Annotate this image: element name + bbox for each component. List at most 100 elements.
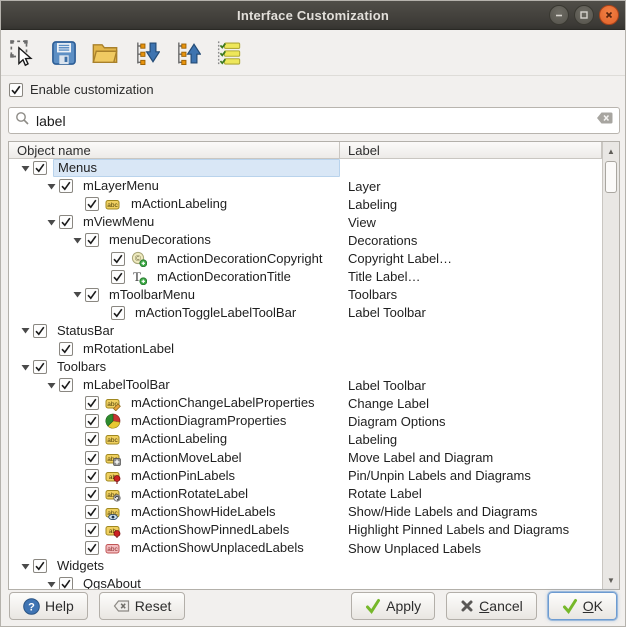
tree-row[interactable]: abmActionPinLabelsPin/Unpin Labels and D…	[9, 467, 602, 485]
tree-row[interactable]: mToolbarMenuToolbars	[9, 286, 602, 304]
row-checkbox[interactable]	[59, 378, 73, 392]
row-checkbox[interactable]	[33, 360, 47, 374]
clear-icon[interactable]	[596, 111, 613, 130]
tree-row[interactable]: abcmActionLabelingLabeling	[9, 195, 602, 213]
scroll-up-icon[interactable]: ▲	[603, 143, 619, 159]
tree-row[interactable]: abmActionShowPinnedLabelsHighlight Pinne…	[9, 521, 602, 539]
tree-row[interactable]: Toolbars	[9, 358, 602, 376]
tree-row[interactable]: abcmActionLabelingLabeling	[9, 430, 602, 448]
object-name-text: StatusBar	[53, 323, 118, 339]
object-name-cell: TmActionDecorationTitle	[9, 268, 340, 286]
row-checkbox[interactable]	[111, 252, 125, 266]
row-checkbox[interactable]	[85, 541, 99, 555]
minimize-icon[interactable]	[549, 5, 569, 25]
cancel-button[interactable]: Cancel	[446, 592, 537, 620]
row-checkbox[interactable]	[33, 559, 47, 573]
row-checkbox[interactable]	[33, 161, 47, 175]
collapse-all-button[interactable]	[170, 36, 204, 70]
ok-button[interactable]: OK	[548, 592, 617, 620]
expand-arrow-icon[interactable]	[43, 218, 59, 227]
maximize-icon[interactable]	[574, 5, 594, 25]
tree-row[interactable]: Widgets	[9, 557, 602, 575]
object-name-text: mActionShowPinnedLabels	[127, 522, 293, 538]
row-checkbox[interactable]	[85, 469, 99, 483]
scrollbar-thumb[interactable]	[605, 161, 617, 193]
row-checkbox[interactable]	[59, 215, 73, 229]
expand-arrow-icon[interactable]	[17, 164, 33, 173]
object-name-text: mActionDecorationCopyright	[153, 251, 326, 267]
close-icon[interactable]	[599, 5, 619, 25]
row-checkbox[interactable]	[111, 306, 125, 320]
enable-customization-checkbox[interactable]	[9, 83, 23, 97]
tree-row[interactable]: mLabelToolBarLabel Toolbar	[9, 376, 602, 394]
tree-row[interactable]: mRotationLabel	[9, 340, 602, 358]
object-name-text: mActionShowUnplacedLabels	[127, 540, 308, 556]
copyright-icon: ©	[131, 251, 147, 267]
scroll-down-icon[interactable]: ▼	[603, 572, 619, 588]
tree-row[interactable]: abcmActionRotateLabelRotate Label	[9, 485, 602, 503]
object-name-cell: mLabelToolBar	[9, 376, 340, 394]
row-checkbox[interactable]	[85, 523, 99, 537]
row-checkbox[interactable]	[85, 288, 99, 302]
tree-row[interactable]: Menus	[9, 159, 602, 177]
expand-arrow-icon[interactable]	[69, 236, 85, 245]
expand-arrow-icon[interactable]	[17, 562, 33, 571]
object-name-cell: StatusBar	[9, 322, 340, 340]
row-checkbox[interactable]	[85, 396, 99, 410]
save-button[interactable]	[47, 36, 81, 70]
expand-all-button[interactable]	[129, 36, 163, 70]
tree-row[interactable]: mActionToggleLabelToolBarLabel Toolbar	[9, 304, 602, 322]
search-input[interactable]	[36, 113, 590, 129]
row-checkbox[interactable]	[59, 577, 73, 589]
row-checkbox[interactable]	[85, 487, 99, 501]
tree-row[interactable]: mLayerMenuLayer	[9, 177, 602, 195]
label-cell: Rotate Label	[340, 486, 602, 501]
expand-arrow-icon[interactable]	[43, 381, 59, 390]
row-checkbox[interactable]	[59, 342, 73, 356]
object-name-cell: abcmActionChangeLabelProperties	[9, 394, 340, 412]
tree-row[interactable]: abcmActionMoveLabelMove Label and Diagra…	[9, 449, 602, 467]
tree-row[interactable]: menuDecorationsDecorations	[9, 231, 602, 249]
tree-row[interactable]: QgsAbout	[9, 575, 602, 589]
label-cell: Label Toolbar	[340, 305, 602, 320]
object-name-cell: abc mActionShowUnplacedLabels	[9, 539, 340, 557]
row-checkbox[interactable]	[85, 197, 99, 211]
open-folder-icon	[91, 39, 119, 67]
titlebar[interactable]: Interface Customization	[1, 1, 625, 30]
tree-row[interactable]: ©mActionDecorationCopyrightCopyright Lab…	[9, 249, 602, 267]
expand-arrow-icon[interactable]	[17, 326, 33, 335]
apply-button[interactable]: Apply	[351, 592, 435, 620]
expand-arrow-icon[interactable]	[69, 290, 85, 299]
show-unplaced-labels-icon: abc	[105, 540, 121, 556]
tree-row[interactable]: StatusBar	[9, 322, 602, 340]
check-all-button[interactable]	[211, 36, 245, 70]
row-checkbox[interactable]	[111, 270, 125, 284]
column-header-object-name[interactable]: Object name	[9, 142, 340, 159]
object-name-text: mRotationLabel	[79, 341, 178, 357]
row-checkbox[interactable]	[85, 414, 99, 428]
reset-button[interactable]: Reset	[99, 592, 186, 620]
row-checkbox[interactable]	[85, 505, 99, 519]
expand-arrow-icon[interactable]	[43, 580, 59, 589]
row-checkbox[interactable]	[59, 179, 73, 193]
tree-row[interactable]: TmActionDecorationTitleTitle Label…	[9, 268, 602, 286]
object-name-text: mLabelToolBar	[79, 377, 174, 393]
column-header-label[interactable]: Label	[340, 142, 602, 159]
row-checkbox[interactable]	[33, 324, 47, 338]
object-name-cell: mLayerMenu	[9, 177, 340, 195]
help-button[interactable]: ? Help	[9, 592, 88, 620]
tree-row[interactable]: abcmActionShowUnplacedLabelsShow Unplace…	[9, 539, 602, 557]
row-checkbox[interactable]	[85, 451, 99, 465]
open-button[interactable]	[88, 36, 122, 70]
object-name-text: mActionChangeLabelProperties	[127, 395, 319, 411]
tree-row[interactable]: abcmActionShowHideLabelsShow/Hide Labels…	[9, 503, 602, 521]
tree-row[interactable]: mActionDiagramPropertiesDiagram Options	[9, 412, 602, 430]
tree-row[interactable]: mViewMenuView	[9, 213, 602, 231]
expand-arrow-icon[interactable]	[43, 182, 59, 191]
tree-row[interactable]: abcmActionChangeLabelPropertiesChange La…	[9, 394, 602, 412]
row-checkbox[interactable]	[85, 432, 99, 446]
expand-arrow-icon[interactable]	[17, 363, 33, 372]
row-checkbox[interactable]	[85, 233, 99, 247]
widget-catcher-button[interactable]	[6, 36, 40, 70]
vertical-scrollbar[interactable]: ▲ ▼	[602, 142, 619, 589]
